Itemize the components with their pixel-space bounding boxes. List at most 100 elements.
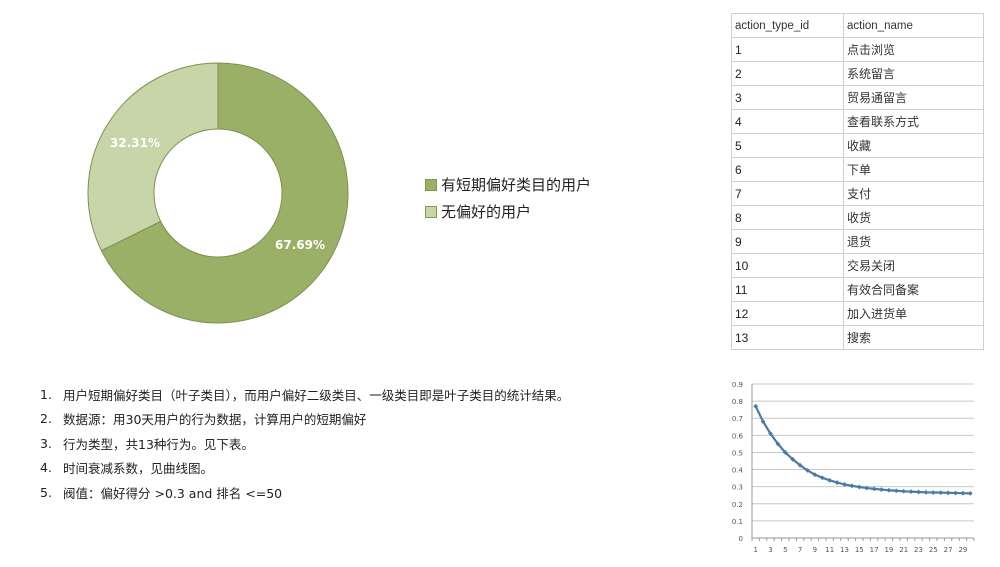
cell-action-type-id: 4 — [731, 109, 844, 134]
donut-slice-no-preference — [87, 62, 219, 252]
data-point — [871, 486, 877, 492]
table-row: 9 退货 — [731, 229, 984, 254]
x-tick-label: 17 — [870, 546, 879, 554]
legend-swatch-preference — [425, 178, 437, 191]
data-point — [967, 490, 973, 496]
cell-action-name: 支付 — [843, 181, 984, 206]
table-row: 6 下单 — [731, 157, 984, 182]
data-point — [901, 488, 907, 494]
data-point — [842, 482, 847, 487]
y-tick-label: 0.6 — [732, 432, 744, 440]
series-line — [754, 405, 971, 495]
data-point — [849, 483, 855, 489]
data-point — [916, 489, 921, 495]
legend-swatch-no-preference — [425, 205, 437, 218]
note-number: 1. — [40, 386, 52, 402]
note-text: 行为类型，共13种行为。见下表。 — [63, 436, 254, 452]
x-tick-label: 1 — [753, 546, 757, 554]
cell-action-name: 加入进货单 — [843, 301, 984, 326]
table-row: 8 收货 — [731, 205, 984, 230]
note-text: 数据源：用30天用户的行为数据，计算用户的短期偏好 — [63, 412, 367, 428]
table-header-row: action_type_id action_name — [731, 13, 984, 38]
cell-action-type-id: 12 — [731, 301, 844, 326]
data-point — [923, 489, 929, 495]
note-item: 2. 数据源：用30天用户的行为数据，计算用户的短期偏好 — [40, 407, 569, 432]
cell-action-name: 收货 — [843, 205, 984, 230]
data-point — [960, 490, 966, 496]
data-point — [953, 490, 958, 496]
cell-action-name: 系统留言 — [843, 61, 984, 86]
table-row: 12 加入进货单 — [731, 301, 984, 326]
x-tick-label: 11 — [825, 546, 834, 554]
table-row: 3 贸易通留言 — [731, 85, 984, 110]
y-tick-label: 0.1 — [732, 518, 743, 526]
data-point — [856, 484, 862, 490]
cell-action-type-id: 1 — [731, 37, 844, 62]
table-row: 2 系统留言 — [731, 61, 984, 86]
x-tick-label: 3 — [768, 546, 772, 554]
note-number: 4. — [40, 460, 52, 476]
notes-list: 1. 用户短期偏好类目（叶子类目），而用户偏好二级类目、一级类目即是叶子类目的统计… — [40, 382, 569, 505]
cell-action-name: 退货 — [843, 229, 984, 254]
x-tick-label: 27 — [944, 546, 953, 554]
x-tick-label: 13 — [840, 546, 849, 554]
note-item: 1. 用户短期偏好类目（叶子类目），而用户偏好二级类目、一级类目即是叶子类目的统计… — [40, 382, 569, 407]
donut-legend: 有短期偏好类目的用户 无偏好的用户 — [425, 171, 591, 225]
cell-action-type-id: 10 — [731, 253, 844, 278]
donut-chart: 67.69% 32.31% — [87, 62, 349, 324]
cell-action-type-id: 9 — [731, 229, 844, 254]
legend-label: 无偏好的用户 — [441, 203, 532, 221]
cell-action-name: 交易关闭 — [843, 253, 984, 278]
note-text: 用户短期偏好类目（叶子类目），而用户偏好二级类目、一级类目即是叶子类目的统计结果… — [63, 387, 570, 403]
note-number: 5. — [40, 484, 52, 500]
x-tick-label: 9 — [813, 546, 817, 554]
table-row: 7 支付 — [731, 181, 984, 206]
x-tick-label: 7 — [798, 546, 802, 554]
cell-action-type-id: 2 — [731, 61, 844, 86]
y-tick-label: 0.5 — [732, 449, 743, 457]
table-row: 4 查看联系方式 — [731, 109, 984, 134]
table-row: 5 收藏 — [731, 133, 984, 158]
cell-action-type-id: 7 — [731, 181, 844, 206]
column-header-id: action_type_id — [731, 13, 844, 38]
data-point — [945, 490, 951, 496]
data-point — [893, 488, 899, 494]
legend-item-no-preference: 无偏好的用户 — [425, 198, 591, 225]
cell-action-name: 贸易通留言 — [843, 85, 984, 110]
data-point — [930, 490, 936, 495]
donut-data-label: 67.69% — [275, 238, 325, 252]
x-tick-label: 25 — [929, 546, 938, 554]
note-text: 时间衰减系数，见曲线图。 — [63, 461, 214, 477]
x-tick-label: 21 — [899, 546, 908, 554]
legend-label: 有短期偏好类目的用户 — [441, 176, 592, 194]
data-point — [908, 489, 914, 495]
column-header-name: action_name — [843, 13, 984, 38]
cell-action-name: 下单 — [843, 157, 984, 182]
data-point — [938, 490, 944, 496]
data-point — [879, 487, 884, 492]
note-number: 3. — [40, 435, 52, 451]
x-tick-label: 23 — [914, 546, 923, 554]
note-text: 阀值：偏好得分 >0.3 and 排名 <=50 — [63, 485, 283, 501]
legend-item-preference: 有短期偏好类目的用户 — [425, 171, 591, 198]
cell-action-name: 收藏 — [843, 133, 984, 158]
x-tick-label: 15 — [855, 546, 864, 554]
cell-action-name: 有效合同备案 — [843, 277, 984, 302]
y-tick-label: 0.4 — [732, 467, 744, 475]
cell-action-name: 点击浏览 — [843, 37, 984, 62]
cell-action-type-id: 11 — [731, 277, 844, 302]
y-tick-label: 0.2 — [732, 501, 743, 509]
note-item: 5. 阀值：偏好得分 >0.3 and 排名 <=50 — [40, 480, 569, 505]
x-tick-label: 5 — [783, 546, 787, 554]
y-tick-label: 0.9 — [732, 381, 743, 389]
y-tick-label: 0 — [739, 535, 743, 543]
y-tick-label: 0.3 — [732, 484, 743, 492]
cell-action-name: 查看联系方式 — [843, 109, 984, 134]
table-row: 13 搜索 — [731, 325, 984, 350]
table-row: 11 有效合同备案 — [731, 277, 984, 302]
donut-data-label: 32.31% — [110, 136, 160, 150]
action-type-table: action_type_id action_name 1 点击浏览 2 系统留言 3 贸易… — [731, 13, 984, 350]
x-tick-label: 29 — [958, 546, 967, 554]
table-row: 1 点击浏览 — [731, 37, 984, 62]
cell-action-type-id: 8 — [731, 205, 844, 230]
